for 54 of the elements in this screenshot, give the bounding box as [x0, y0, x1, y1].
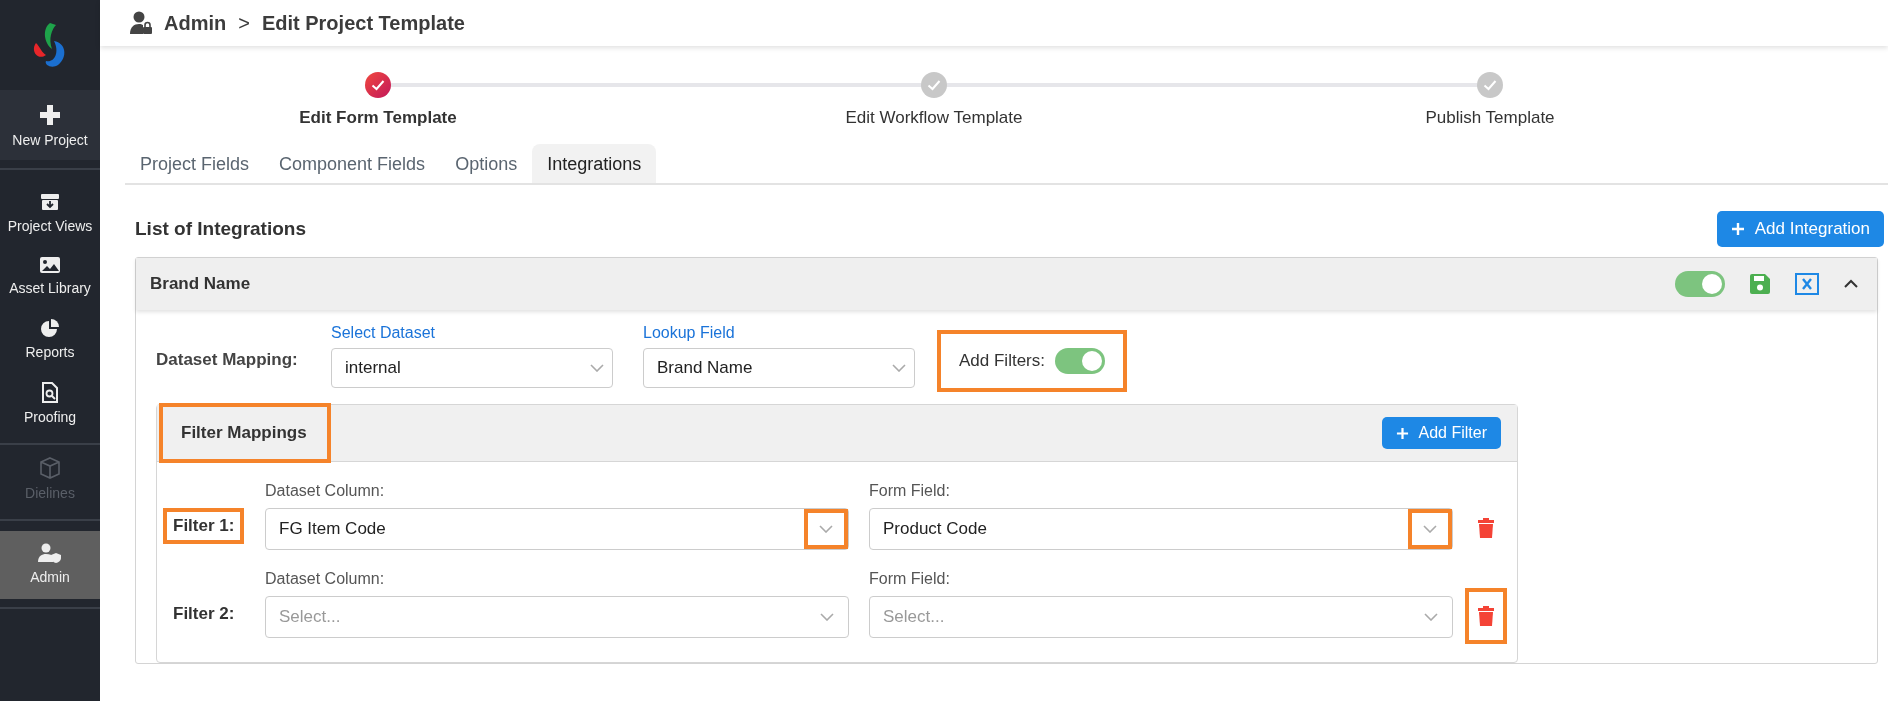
- box-icon: [39, 457, 61, 479]
- tab[interactable]: Integrations: [532, 144, 657, 183]
- chevron-down-icon: [892, 364, 906, 372]
- trash-icon[interactable]: [1477, 517, 1495, 539]
- sidebar-item[interactable]: Admin: [0, 531, 100, 599]
- user-shield-icon: [38, 543, 62, 563]
- chevron-down-icon: [819, 525, 833, 533]
- enabled-toggle[interactable]: [1675, 271, 1725, 297]
- field-label: Form Field:: [869, 570, 951, 588]
- sidebar-item[interactable]: Asset Library: [0, 244, 100, 306]
- field-label: Lookup Field: [643, 324, 736, 342]
- dataset-column-dropdown[interactable]: FG Item Code: [265, 508, 849, 550]
- add-integration-button[interactable]: Add Integration: [1716, 211, 1884, 247]
- sidebar-item[interactable]: Project Views: [0, 180, 100, 244]
- section-title: List of Integrations: [135, 218, 306, 240]
- dataset-mapping-label: Dataset Mapping:: [156, 350, 299, 370]
- add-filter-button[interactable]: Add Filter: [1381, 417, 1501, 449]
- select-dataset-dropdown[interactable]: internal: [331, 348, 613, 388]
- user-lock-icon: [130, 11, 152, 35]
- close-icon[interactable]: [1795, 273, 1819, 295]
- breadcrumb-item: Edit Project Template: [261, 11, 465, 35]
- field-label: Dataset Column:: [265, 570, 386, 588]
- archive-icon: [40, 192, 60, 212]
- tab[interactable]: Options: [440, 144, 533, 183]
- document-search-icon: [41, 382, 59, 403]
- tab[interactable]: Component Fields: [264, 144, 441, 183]
- image-icon: [39, 256, 61, 274]
- trash-icon[interactable]: [1477, 605, 1495, 627]
- chevron-down-icon: [590, 364, 604, 372]
- chevron-down-icon: [1423, 525, 1437, 533]
- lookup-field-dropdown[interactable]: Brand Name: [643, 348, 915, 388]
- chevron-icon[interactable]: [1843, 279, 1859, 289]
- field-label: Dataset Column:: [265, 482, 386, 500]
- sidebar-item[interactable]: Reports: [0, 306, 100, 370]
- sidebar-item[interactable]: New Project: [0, 90, 100, 160]
- plus-icon: [1395, 426, 1409, 440]
- sidebar-item[interactable]: Proofing: [0, 370, 100, 435]
- field-label: Select Dataset: [331, 324, 437, 342]
- pie-chart-icon: [40, 318, 60, 338]
- add-filters-toggle[interactable]: [1055, 348, 1105, 374]
- breadcrumb-item[interactable]: Admin: [164, 11, 227, 35]
- tab[interactable]: Project Fields: [125, 144, 265, 183]
- plus-icon: [39, 104, 61, 126]
- step-label: Publish Template: [1425, 108, 1555, 128]
- form-field-dropdown[interactable]: Product Code: [869, 508, 1453, 550]
- filter-label: Filter 2:: [172, 603, 236, 625]
- add-filters-label: Add Filters:: [959, 351, 1045, 371]
- plus-icon: [1730, 222, 1745, 236]
- breadcrumb-separator: >: [238, 11, 250, 35]
- save-icon[interactable]: [1749, 273, 1771, 295]
- step-label: Edit Form Template: [299, 108, 457, 128]
- integration-title: Brand Name: [150, 274, 251, 294]
- step-label: Edit Workflow Template: [845, 108, 1023, 128]
- field-label: Form Field:: [869, 482, 951, 500]
